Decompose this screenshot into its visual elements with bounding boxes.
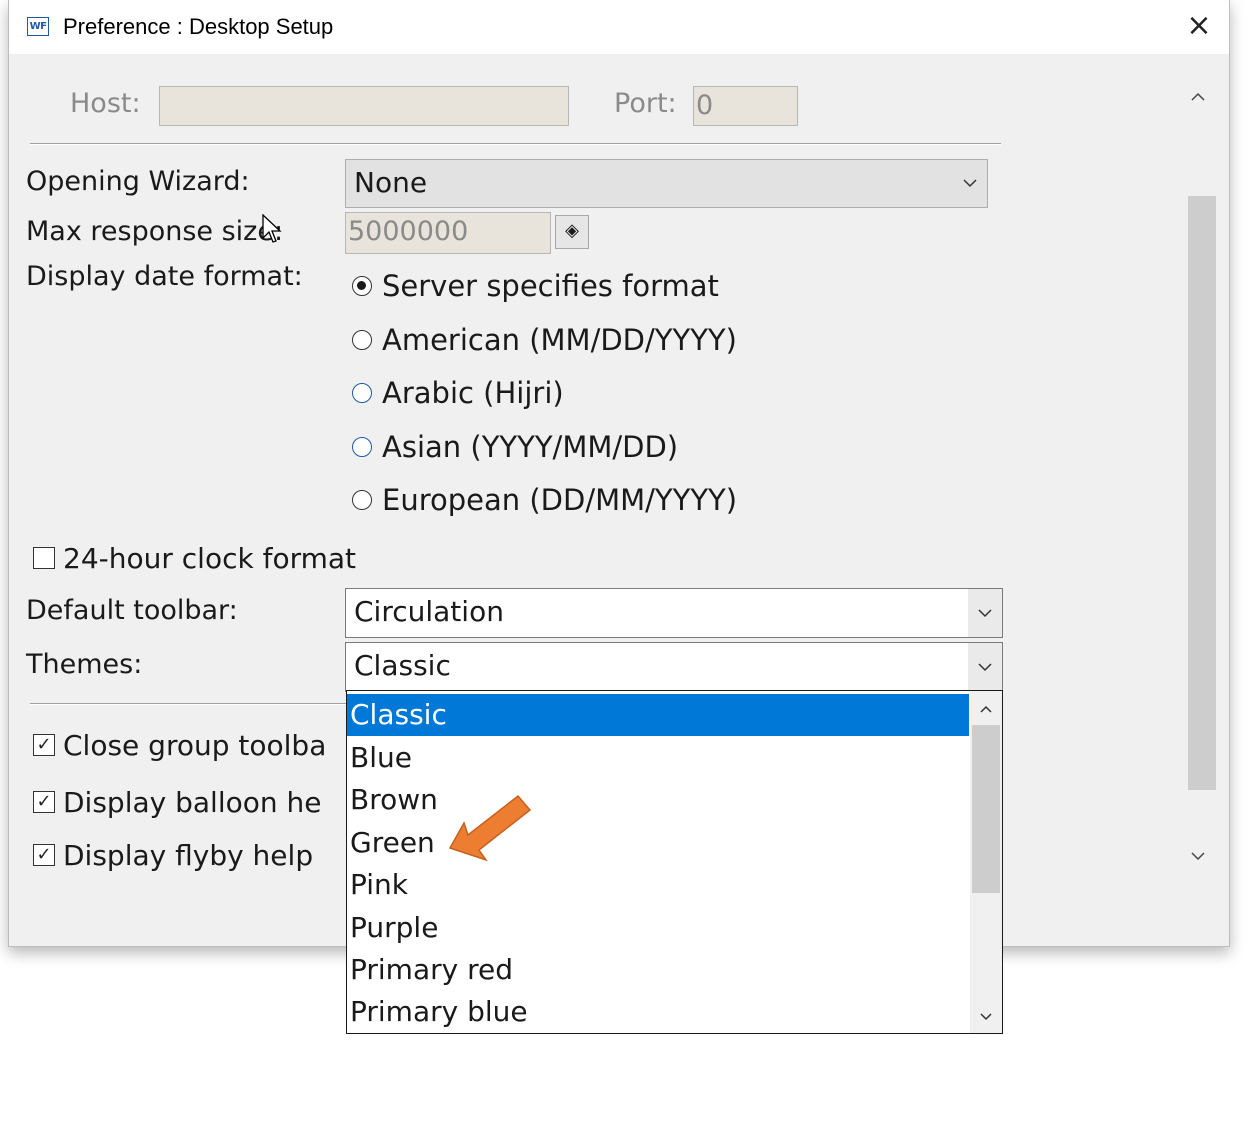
separator-top — [30, 143, 1001, 145]
theme-option-primary-blue[interactable]: Primary blue — [347, 991, 969, 1033]
default-toolbar-select[interactable]: Circulation — [345, 588, 1003, 638]
radio-button-icon — [352, 276, 372, 296]
radio-european[interactable]: European (DD/MM/YYYY) — [352, 480, 737, 520]
max-response-label: Max response size: — [26, 216, 284, 247]
scroll-down-icon[interactable] — [970, 1001, 1002, 1031]
spin-icon[interactable]: ◈ — [555, 215, 589, 249]
port-label: Port: — [614, 88, 677, 119]
radio-server-format[interactable]: Server specifies format — [352, 266, 719, 306]
opening-wizard-value: None — [354, 166, 428, 199]
checkbox-label: Close group toolba — [63, 728, 327, 762]
max-response-field[interactable]: 5000000 — [345, 212, 551, 254]
checkbox-icon — [33, 547, 55, 569]
checkbox-label: Display balloon he — [63, 785, 322, 819]
radio-button-icon — [352, 383, 372, 403]
radio-button-icon — [352, 437, 372, 457]
mouse-cursor-icon — [262, 214, 282, 243]
radio-asian[interactable]: Asian (YYYY/MM/DD) — [352, 427, 678, 467]
default-toolbar-label: Default toolbar: — [26, 595, 238, 626]
chevron-down-icon — [967, 589, 1002, 637]
theme-option-green[interactable]: Green — [347, 822, 969, 864]
close-button[interactable]: × — [1177, 6, 1221, 46]
theme-option-purple[interactable]: Purple — [347, 907, 969, 949]
app-icon: WF — [27, 17, 49, 36]
theme-option-pink[interactable]: Pink — [347, 864, 969, 906]
checkbox-label: Display flyby help — [63, 838, 314, 872]
host-label: Host: — [70, 88, 141, 119]
checkbox-checked-icon: ✓ — [33, 791, 55, 813]
checkbox-checked-icon: ✓ — [33, 734, 55, 756]
themes-select[interactable]: Classic — [345, 642, 1003, 692]
annotation-arrow-icon — [448, 794, 532, 862]
chevron-down-icon — [953, 160, 987, 207]
checkbox-checked-icon: ✓ — [33, 844, 55, 866]
clock-format-label: 24-hour clock format — [63, 541, 357, 575]
radio-label: Server specifies format — [382, 269, 719, 303]
date-format-label: Display date format: — [26, 261, 303, 292]
radio-american[interactable]: American (MM/DD/YYYY) — [352, 320, 737, 360]
themes-dropdown-list[interactable]: Classic Blue Brown Green Pink Purple Pri… — [346, 690, 1003, 1034]
radio-label: European (DD/MM/YYYY) — [382, 483, 738, 517]
opening-wizard-label: Opening Wizard: — [26, 166, 250, 197]
radio-label: Arabic (Hijri) — [382, 376, 564, 410]
dropdown-scrollbar-thumb[interactable] — [972, 725, 1000, 893]
opening-wizard-select[interactable]: None — [345, 159, 988, 208]
radio-label: Asian (YYYY/MM/DD) — [382, 430, 679, 464]
scroll-down-icon[interactable] — [1180, 836, 1216, 876]
separator-bottom — [30, 703, 350, 705]
host-field[interactable] — [159, 86, 569, 126]
window-scrollbar[interactable] — [1180, 76, 1216, 876]
scrollbar-thumb[interactable] — [1188, 196, 1216, 790]
display-balloon-help-checkbox[interactable]: ✓ Display balloon he — [33, 782, 321, 822]
theme-option-classic[interactable]: Classic — [347, 694, 969, 736]
radio-label: American (MM/DD/YYYY) — [382, 323, 737, 357]
window-title: Preference : Desktop Setup — [63, 14, 334, 39]
radio-arabic[interactable]: Arabic (Hijri) — [352, 373, 564, 413]
themes-label: Themes: — [26, 649, 143, 680]
title-bar: WF Preference : Desktop Setup × — [9, 0, 1229, 54]
radio-button-icon — [352, 490, 372, 510]
themes-value: Classic — [354, 649, 451, 682]
port-field[interactable]: 0 — [693, 86, 798, 126]
radio-button-icon — [352, 330, 372, 350]
scroll-up-icon[interactable] — [1180, 76, 1216, 116]
clock-format-checkbox[interactable]: 24-hour clock format — [33, 538, 356, 578]
scroll-up-icon[interactable] — [970, 693, 1002, 723]
default-toolbar-value: Circulation — [354, 595, 504, 628]
close-group-toolbar-checkbox[interactable]: ✓ Close group toolba — [33, 725, 326, 765]
display-flyby-help-checkbox[interactable]: ✓ Display flyby help — [33, 838, 313, 872]
theme-option-primary-red[interactable]: Primary red — [347, 949, 969, 991]
dropdown-scrollbar[interactable] — [970, 691, 1002, 1033]
chevron-down-icon — [967, 643, 1002, 691]
theme-option-blue[interactable]: Blue — [347, 737, 969, 779]
theme-option-brown[interactable]: Brown — [347, 779, 969, 821]
